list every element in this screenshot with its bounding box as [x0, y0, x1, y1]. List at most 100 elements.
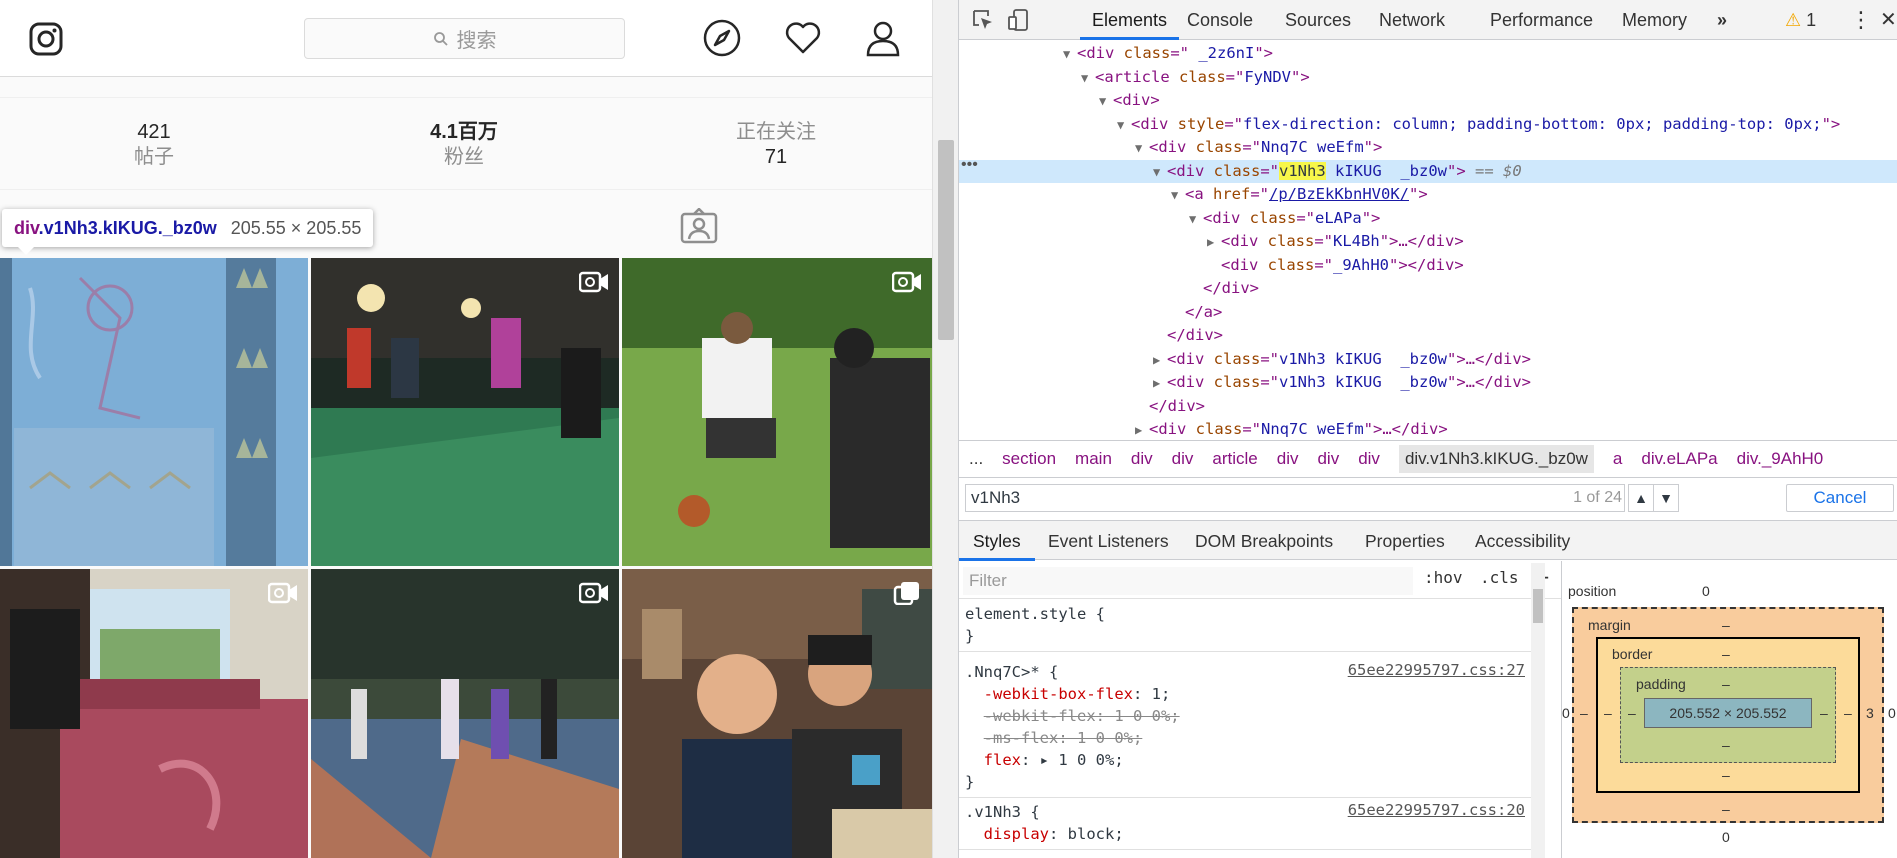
breadcrumb-item[interactable]: div	[1317, 449, 1339, 469]
search-cancel-button[interactable]: Cancel	[1786, 484, 1894, 512]
expand-triangle-icon[interactable]: ▼	[1117, 114, 1131, 138]
row-actions-icon[interactable]: •••	[961, 156, 978, 174]
stylesheet-link[interactable]: 65ee22995797.css:27	[1348, 661, 1525, 679]
stat-followers[interactable]: 4.1百万 粉丝	[384, 120, 544, 170]
inspect-element-icon[interactable]	[971, 8, 995, 32]
tab-sources[interactable]: Sources	[1285, 0, 1351, 40]
breadcrumb-item[interactable]: article	[1212, 449, 1257, 469]
tab-styles[interactable]: Styles	[959, 521, 1035, 561]
breadcrumb-item[interactable]: section	[1002, 449, 1056, 469]
post-thumbnail[interactable]	[311, 258, 619, 566]
dom-node-row[interactable]: <div class="_9AhH0"></div>	[959, 254, 1897, 278]
dom-node-row[interactable]: ▼ <div style="flex-direction: column; pad…	[959, 113, 1897, 137]
dom-node-row[interactable]: </div>	[959, 324, 1897, 348]
style-declaration[interactable]: -webkit-flex: 1 0 0%;	[965, 705, 1525, 727]
stat-posts[interactable]: 421 帖子	[74, 120, 234, 170]
post-thumbnail[interactable]	[0, 569, 308, 858]
expand-triangle-icon[interactable]: ▼	[1153, 161, 1167, 185]
class-toggle[interactable]: .cls	[1480, 568, 1519, 587]
scrollbar-thumb[interactable]	[938, 140, 954, 340]
style-declaration[interactable]: }	[965, 771, 1525, 793]
tagged-icon[interactable]	[680, 208, 718, 244]
dom-node-row[interactable]: ▼ <div>	[959, 89, 1897, 113]
kebab-menu-icon[interactable]: ⋮	[1850, 0, 1872, 40]
tab-dom-breakpoints[interactable]: DOM Breakpoints	[1195, 521, 1333, 561]
dom-token: ="	[1225, 67, 1245, 86]
dom-node-row[interactable]: </a>	[959, 301, 1897, 325]
style-declaration[interactable]: element.style {	[965, 603, 1525, 625]
tab-memory[interactable]: Memory	[1622, 0, 1687, 40]
stat-following[interactable]: 正在关注 71	[696, 120, 856, 170]
post-thumbnail[interactable]	[622, 258, 932, 566]
heart-icon[interactable]	[783, 18, 823, 58]
style-declaration[interactable]: -ms-flex: 1 0 0%;	[965, 727, 1525, 749]
tab-elements[interactable]: Elements	[1080, 0, 1180, 40]
margin-right-value: 3	[1866, 705, 1874, 721]
instagram-logo-icon[interactable]	[28, 21, 64, 57]
hover-state-toggle[interactable]: :hov	[1424, 568, 1463, 587]
more-tabs-button[interactable]: »	[1717, 0, 1727, 40]
styles-scrollbar-thumb[interactable]	[1533, 589, 1543, 623]
breadcrumb-item[interactable]: div._9AhH0	[1737, 449, 1824, 469]
expand-triangle-icon[interactable]: ▼	[1189, 208, 1203, 232]
dom-node-row[interactable]: ▼ <a href="/p/BzEkKbnHV0K/">	[959, 183, 1897, 207]
style-declaration[interactable]: }	[965, 625, 1525, 647]
styles-filter-input[interactable]: Filter	[963, 567, 1413, 595]
tab-console[interactable]: Console	[1187, 0, 1253, 40]
breadcrumb-item[interactable]: div	[1277, 449, 1299, 469]
dom-node-row[interactable]: ▶ <div class="v1Nh3 kIKUG _bz0w">…</div>	[959, 348, 1897, 372]
content-box[interactable]: 205.552 × 205.552	[1644, 698, 1812, 728]
dom-node-row[interactable]: ▶ <div class="KL4Bh">…</div>	[959, 230, 1897, 254]
collapse-triangle-icon[interactable]: ▶	[1135, 419, 1149, 438]
profile-icon[interactable]	[863, 18, 903, 58]
warnings-counter[interactable]: ⚠ 1	[1785, 0, 1816, 40]
explore-compass-icon[interactable]	[702, 18, 742, 58]
tab-properties[interactable]: Properties	[1365, 521, 1445, 561]
profile-stats: 421 帖子 4.1百万 粉丝 正在关注 71	[0, 97, 932, 190]
breadcrumb-item[interactable]: main	[1075, 449, 1112, 469]
stylesheet-link[interactable]: 65ee22995797.css:20	[1348, 801, 1525, 819]
dom-node-row[interactable]: ▼ <article class="FyNDV">	[959, 66, 1897, 90]
device-toolbar-icon[interactable]	[1007, 8, 1031, 32]
dom-node-row[interactable]: </div>	[959, 277, 1897, 301]
search-previous-button[interactable]: ▲	[1628, 484, 1654, 512]
breadcrumb-item[interactable]: div	[1131, 449, 1153, 469]
style-declaration[interactable]: -webkit-box-flex: 1;	[965, 683, 1525, 705]
page-scrollbar[interactable]	[932, 0, 958, 858]
post-thumbnail[interactable]	[622, 569, 932, 858]
tab-network[interactable]: Network	[1379, 0, 1445, 40]
search-input[interactable]: 搜索	[304, 18, 625, 59]
breadcrumb-item[interactable]: div.eLAPa	[1641, 449, 1717, 469]
tab-performance[interactable]: Performance	[1490, 0, 1593, 40]
dom-node-row[interactable]: ▼ <div class=" _2z6nI">	[959, 42, 1897, 66]
breadcrumb-item[interactable]: ...	[969, 449, 983, 469]
breadcrumb-item[interactable]: div	[1172, 449, 1194, 469]
dom-node-row[interactable]: ▼ <div class="v1Nh3 kIKUG _bz0w"> == $0	[959, 159, 1897, 185]
breadcrumb-item[interactable]: div.v1Nh3.kIKUG._bz0w	[1398, 444, 1594, 473]
style-declaration[interactable]: display: block;	[965, 823, 1525, 845]
breadcrumb-item[interactable]: a	[1613, 449, 1622, 469]
breadcrumb-item[interactable]: div	[1358, 449, 1380, 469]
post-thumbnail[interactable]	[311, 569, 619, 858]
expand-triangle-icon[interactable]: ▼	[1063, 43, 1077, 67]
tab-accessibility[interactable]: Accessibility	[1475, 521, 1570, 561]
dom-node-row[interactable]: ▼ <div class="eLAPa">	[959, 207, 1897, 231]
styles-scrollbar[interactable]	[1531, 563, 1545, 858]
collapse-triangle-icon[interactable]: ▶	[1207, 231, 1221, 255]
dom-search-input[interactable]: v1Nh3 1 of 24	[965, 484, 1625, 512]
collapse-triangle-icon[interactable]: ▶	[1153, 349, 1167, 373]
expand-triangle-icon[interactable]: ▼	[1081, 67, 1095, 91]
dom-node-row[interactable]: </div>	[959, 395, 1897, 419]
expand-triangle-icon[interactable]: ▼	[1171, 184, 1185, 208]
dom-node-row[interactable]: ▶ <div class="v1Nh3 kIKUG _bz0w">…</div>	[959, 371, 1897, 395]
close-icon[interactable]: ✕	[1880, 0, 1897, 40]
collapse-triangle-icon[interactable]: ▶	[1153, 372, 1167, 396]
search-next-button[interactable]: ▼	[1653, 484, 1679, 512]
dom-node-row[interactable]: ▶ <div class="Nnq7C weEfm">…</div>	[959, 418, 1897, 438]
dom-token: class	[1213, 349, 1261, 368]
tab-event-listeners[interactable]: Event Listeners	[1048, 521, 1169, 561]
expand-triangle-icon[interactable]: ▼	[1099, 90, 1113, 114]
expand-triangle-icon[interactable]: ▼	[1135, 137, 1149, 161]
dom-node-row[interactable]: ▼ <div class="Nnq7C weEfm">	[959, 136, 1897, 160]
style-declaration[interactable]: flex: ▸ 1 0 0%;	[965, 749, 1525, 771]
